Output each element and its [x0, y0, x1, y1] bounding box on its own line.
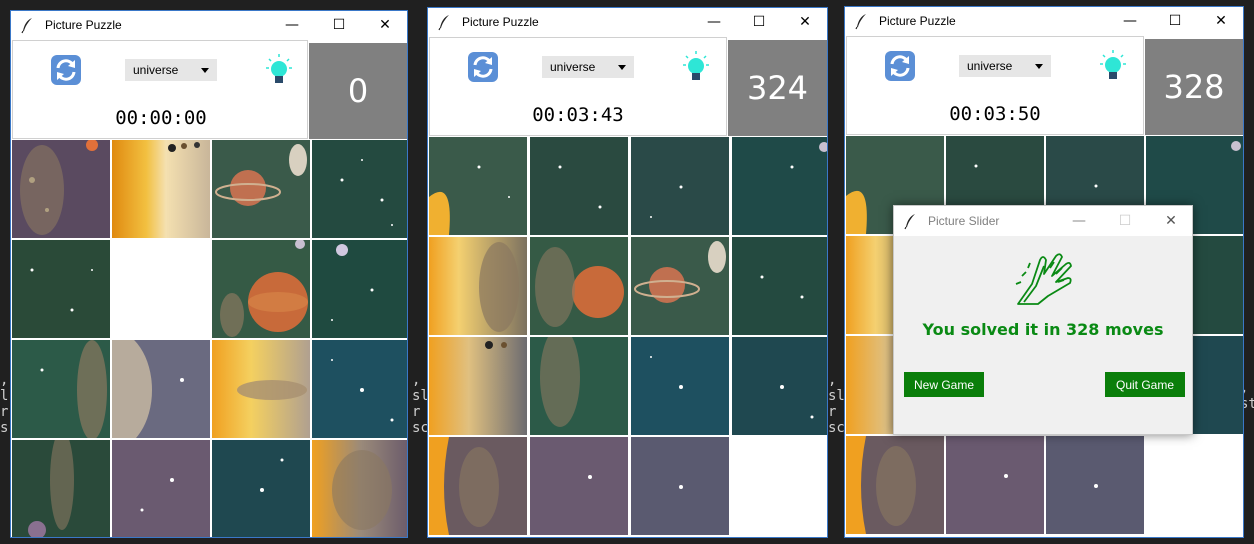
clapping-hands-icon	[1015, 253, 1072, 305]
refresh-icon[interactable]	[49, 53, 83, 87]
puzzle-grid	[429, 137, 827, 535]
puzzle-tile[interactable]	[631, 437, 729, 535]
puzzle-tile[interactable]	[530, 137, 628, 235]
puzzle-tile[interactable]	[429, 337, 527, 435]
control-panel: universe 00:03:43	[429, 37, 727, 136]
lightbulb-icon[interactable]	[682, 50, 710, 84]
puzzle-tile[interactable]	[212, 140, 310, 238]
theme-select-value: universe	[133, 63, 179, 77]
quit-game-button[interactable]: Quit Game	[1105, 372, 1185, 397]
minimize-button[interactable]: —	[1056, 206, 1102, 236]
window-title: Picture Puzzle	[45, 18, 122, 32]
lightbulb-icon[interactable]	[265, 53, 293, 87]
window-title: Picture Puzzle	[462, 15, 539, 29]
puzzle-tile[interactable]	[946, 436, 1044, 534]
puzzle-tile[interactable]	[12, 240, 110, 338]
refresh-icon[interactable]	[883, 49, 917, 83]
theme-select[interactable]: universe	[125, 59, 217, 81]
control-panel: universe 00:00:00	[12, 40, 308, 139]
success-message: You solved it in 328 moves	[922, 320, 1164, 339]
empty-tile[interactable]	[112, 240, 210, 338]
elapsed-timer: 00:03:50	[949, 103, 1041, 125]
elapsed-timer: 00:00:00	[115, 107, 207, 129]
puzzle-tile[interactable]	[12, 140, 110, 238]
chevron-down-icon	[618, 64, 626, 70]
puzzle-tile[interactable]	[631, 237, 729, 335]
dialog-title: Picture Slider	[928, 214, 1000, 228]
puzzle-tile[interactable]	[429, 237, 527, 335]
close-button[interactable]: ✕	[362, 11, 407, 39]
chevron-down-icon	[201, 67, 209, 73]
puzzle-tile[interactable]	[112, 440, 210, 537]
puzzle-tile[interactable]	[631, 337, 729, 435]
close-button[interactable]: ✕	[1148, 206, 1194, 236]
theme-select-value: universe	[967, 59, 1013, 73]
chevron-down-icon	[1035, 63, 1043, 69]
success-dialog: Picture Slider — ☐ ✕ You solved it in 32…	[893, 205, 1193, 435]
puzzle-tile[interactable]	[631, 137, 729, 235]
puzzle-window-1: Picture Puzzle — ☐ ✕ universe 00:00:00 0	[10, 10, 408, 538]
maximize-button[interactable]: ☐	[1152, 7, 1198, 35]
move-counter: 0	[309, 43, 407, 139]
puzzle-tile[interactable]	[212, 240, 310, 338]
minimize-button[interactable]: —	[1107, 7, 1153, 35]
puzzle-tile[interactable]	[1046, 436, 1144, 534]
puzzle-tile[interactable]	[732, 137, 827, 235]
puzzle-tile[interactable]	[732, 337, 827, 435]
puzzle-tile[interactable]	[846, 436, 944, 534]
terminal-fragment-left: , l r s	[0, 372, 9, 436]
empty-tile[interactable]	[1146, 436, 1243, 534]
puzzle-tile[interactable]	[312, 440, 407, 537]
puzzle-tile[interactable]	[112, 340, 210, 438]
puzzle-tile[interactable]	[429, 137, 527, 235]
puzzle-grid	[12, 140, 407, 537]
puzzle-tile[interactable]	[112, 140, 210, 238]
feather-icon	[904, 214, 915, 230]
puzzle-tile[interactable]	[312, 340, 407, 438]
puzzle-tile[interactable]	[12, 340, 110, 438]
puzzle-tile[interactable]	[530, 237, 628, 335]
move-counter: 324	[728, 40, 827, 136]
feather-icon	[855, 14, 866, 30]
puzzle-tile[interactable]	[429, 437, 527, 535]
maximize-button[interactable]: ☐	[736, 8, 782, 36]
move-counter: 328	[1145, 39, 1243, 135]
new-game-button[interactable]: New Game	[904, 372, 984, 397]
terminal-fragment-right: , sl r sc	[828, 372, 845, 436]
puzzle-tile[interactable]	[212, 440, 310, 537]
theme-select[interactable]: universe	[542, 56, 634, 78]
theme-select-value: universe	[550, 60, 596, 74]
puzzle-tile[interactable]	[212, 340, 310, 438]
feather-icon	[438, 15, 449, 31]
elapsed-timer: 00:03:43	[532, 104, 624, 126]
puzzle-tile[interactable]	[530, 437, 628, 535]
puzzle-tile[interactable]	[312, 140, 407, 238]
control-panel: universe 00:03:50	[846, 36, 1144, 135]
minimize-button[interactable]: —	[269, 11, 315, 39]
window-title: Picture Puzzle	[879, 14, 956, 28]
maximize-button[interactable]: ☐	[316, 11, 362, 39]
empty-tile[interactable]	[732, 437, 827, 535]
minimize-button[interactable]: —	[691, 8, 737, 36]
maximize-button: ☐	[1118, 213, 1132, 229]
close-button[interactable]: ✕	[1198, 7, 1243, 35]
refresh-icon[interactable]	[466, 50, 500, 84]
theme-select[interactable]: universe	[959, 55, 1051, 77]
puzzle-tile[interactable]	[312, 240, 407, 338]
puzzle-window-2: Picture Puzzle — ☐ ✕ universe 00:03:43 3…	[427, 7, 828, 538]
feather-icon	[21, 18, 32, 34]
lightbulb-icon[interactable]	[1099, 49, 1127, 83]
puzzle-tile[interactable]	[12, 440, 110, 537]
puzzle-tile[interactable]	[732, 237, 827, 335]
puzzle-tile[interactable]	[530, 337, 628, 435]
close-button[interactable]: ✕	[782, 8, 827, 36]
